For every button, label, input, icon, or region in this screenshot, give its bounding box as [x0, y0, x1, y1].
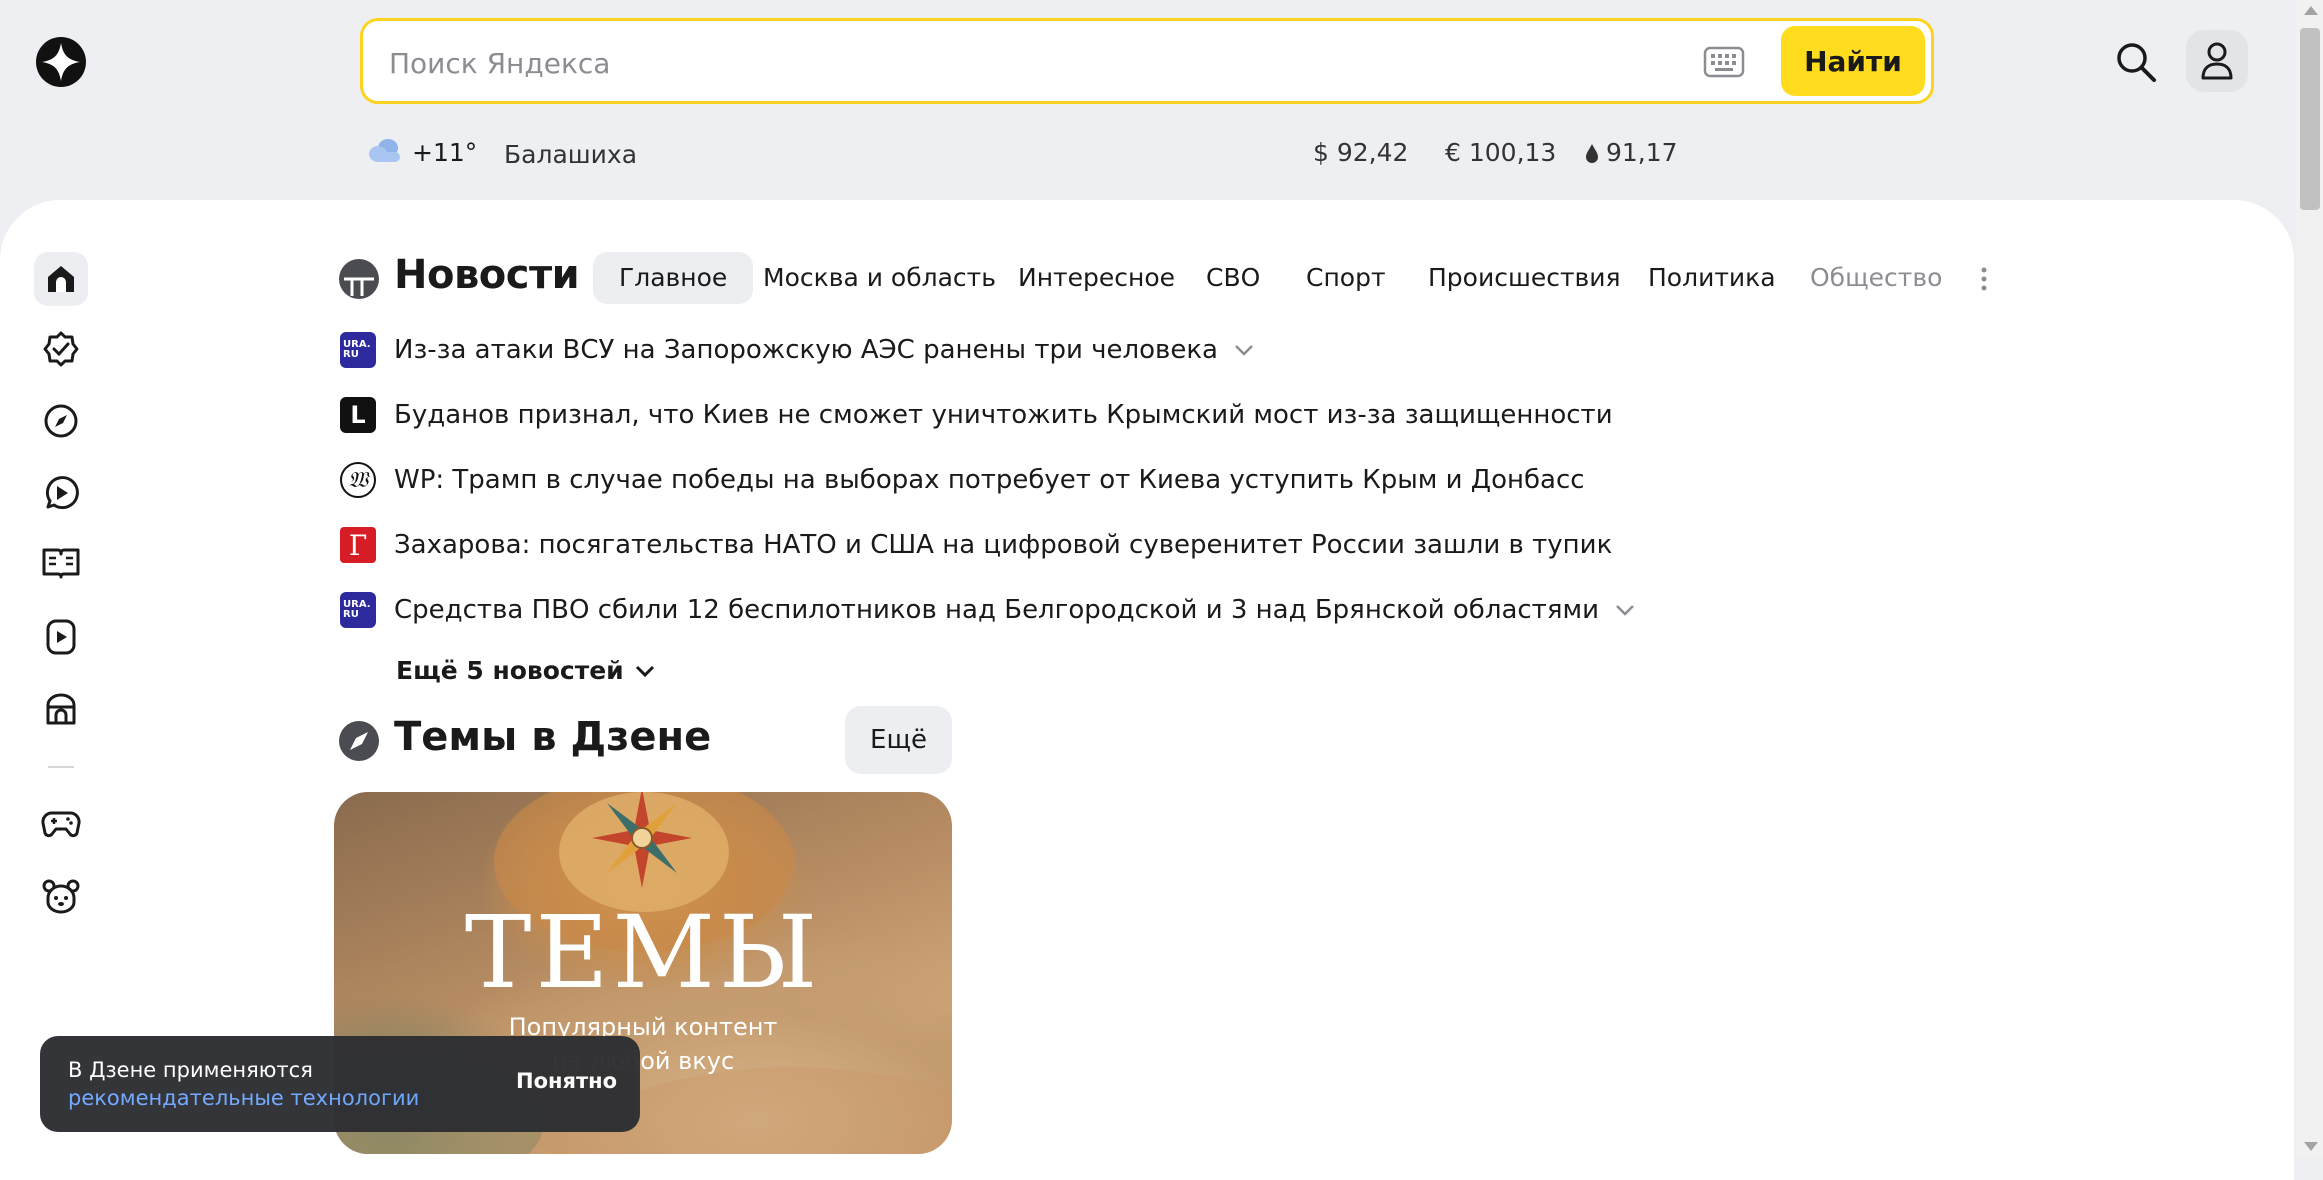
- chevron-down-icon: [635, 665, 654, 677]
- oil-rate[interactable]: 91,17: [1606, 138, 1678, 167]
- user-icon: [2201, 42, 2233, 80]
- toast-ok-button[interactable]: Понятно: [510, 1068, 623, 1094]
- more-vertical-icon[interactable]: [1974, 264, 1994, 294]
- book-icon: [42, 548, 80, 579]
- tab-svo[interactable]: СВО: [1180, 252, 1286, 304]
- source-l-icon: L: [340, 397, 376, 433]
- video-icon: [45, 476, 79, 510]
- chevron-down-icon[interactable]: [1615, 603, 1635, 617]
- sidebar-item-books[interactable]: [34, 536, 88, 590]
- yandex-logo[interactable]: [36, 37, 86, 87]
- star-logo-icon: [42, 43, 80, 81]
- news-logo-icon: [339, 259, 379, 299]
- oil-drop-icon: [1586, 144, 1598, 163]
- sidebar-item-home[interactable]: [34, 252, 88, 306]
- sidebar-item-compass[interactable]: [34, 394, 88, 448]
- news-headline[interactable]: WP: Трамп в случае победы на выборах пот…: [394, 465, 1585, 495]
- dzen-title[interactable]: Темы в Дзене: [394, 714, 711, 760]
- source-ura-icon: URA. RU: [340, 592, 376, 628]
- source-wp-icon: 𝔚: [340, 462, 376, 498]
- search-box: Найти: [360, 18, 1934, 104]
- sidebar-item-tv[interactable]: [34, 610, 88, 664]
- scroll-down-arrow[interactable]: [2304, 1142, 2318, 1151]
- tab-interesting[interactable]: Интересное: [992, 252, 1201, 304]
- tab-incidents[interactable]: Происшествия: [1402, 252, 1647, 304]
- tab-politics[interactable]: Политика: [1622, 252, 1802, 304]
- city-name[interactable]: Балашиха: [504, 140, 637, 169]
- sidebar-item-video[interactable]: [34, 466, 88, 520]
- more-news-label: Ещё 5 новостей: [396, 656, 624, 685]
- tab-main[interactable]: Главное: [593, 252, 754, 304]
- find-button[interactable]: Найти: [1781, 26, 1925, 96]
- kids-icon: [42, 879, 80, 914]
- source-rt-icon: Г: [340, 527, 376, 563]
- tab-sport[interactable]: Спорт: [1280, 252, 1412, 304]
- scrollbar-thumb[interactable]: [2300, 28, 2320, 210]
- gamepad-icon: [41, 811, 81, 838]
- news-item[interactable]: L Буданов признал, что Киев не сможет ун…: [340, 395, 1613, 435]
- dzen-more-button[interactable]: Ещё: [845, 706, 952, 774]
- dzen-card-title: ТЕМЫ: [464, 894, 822, 1011]
- tasks-icon: [43, 331, 79, 367]
- tv-icon: [46, 619, 76, 655]
- toast-link[interactable]: рекомендательные технологии: [68, 1086, 419, 1110]
- more-news-button[interactable]: Ещё 5 новостей: [396, 656, 656, 685]
- sidebar-item-tasks[interactable]: [34, 322, 88, 376]
- sidebar-divider: [48, 766, 74, 768]
- scroll-up-arrow[interactable]: [2304, 6, 2318, 15]
- sidebar-item-market[interactable]: [34, 682, 88, 736]
- eur-rate[interactable]: € 100,13: [1445, 138, 1556, 167]
- toast-text: В Дзене применяются: [68, 1058, 313, 1082]
- profile-button[interactable]: [2186, 30, 2248, 92]
- news-headline[interactable]: Захарова: посягательства НАТО и США на ц…: [394, 530, 1612, 560]
- sidebar-item-games[interactable]: [34, 797, 88, 851]
- news-item[interactable]: 𝔚 WP: Трамп в случае победы на выборах п…: [340, 460, 1585, 500]
- news-title[interactable]: Новости: [394, 252, 580, 298]
- source-ura-icon: URA. RU: [340, 332, 376, 368]
- news-headline[interactable]: Буданов признал, что Киев не сможет унич…: [394, 400, 1613, 430]
- search-input[interactable]: [387, 37, 1771, 89]
- recommendation-toast: В Дзене применяются рекомендательные тех…: [40, 1036, 640, 1132]
- news-headline[interactable]: Из-за атаки ВСУ на Запорожскую АЭС ранен…: [394, 335, 1218, 365]
- home-icon: [48, 266, 74, 292]
- news-headline[interactable]: Средства ПВО сбили 12 беспилотников над …: [394, 595, 1599, 625]
- compass-icon: [44, 404, 78, 438]
- tab-society[interactable]: Общество: [1784, 252, 1968, 304]
- temperature[interactable]: +11°: [412, 138, 477, 167]
- news-item[interactable]: URA. RU Из-за атаки ВСУ на Запорожскую АЭ…: [340, 330, 1254, 370]
- cloud-icon: [369, 139, 400, 162]
- sidebar-item-kids[interactable]: [34, 869, 88, 923]
- news-item[interactable]: Г Захарова: посягательства НАТО и США на…: [340, 525, 1612, 565]
- keyboard-icon[interactable]: [1703, 43, 1745, 81]
- tab-moscow[interactable]: Москва и область: [737, 252, 1022, 304]
- market-icon: [46, 693, 76, 725]
- dzen-compass-icon: [339, 721, 379, 761]
- chevron-down-icon[interactable]: [1234, 343, 1254, 357]
- usd-rate[interactable]: $ 92,42: [1313, 138, 1408, 167]
- search-icon[interactable]: [2114, 40, 2158, 84]
- news-item[interactable]: URA. RU Средства ПВО сбили 12 беспилотник…: [340, 590, 1635, 630]
